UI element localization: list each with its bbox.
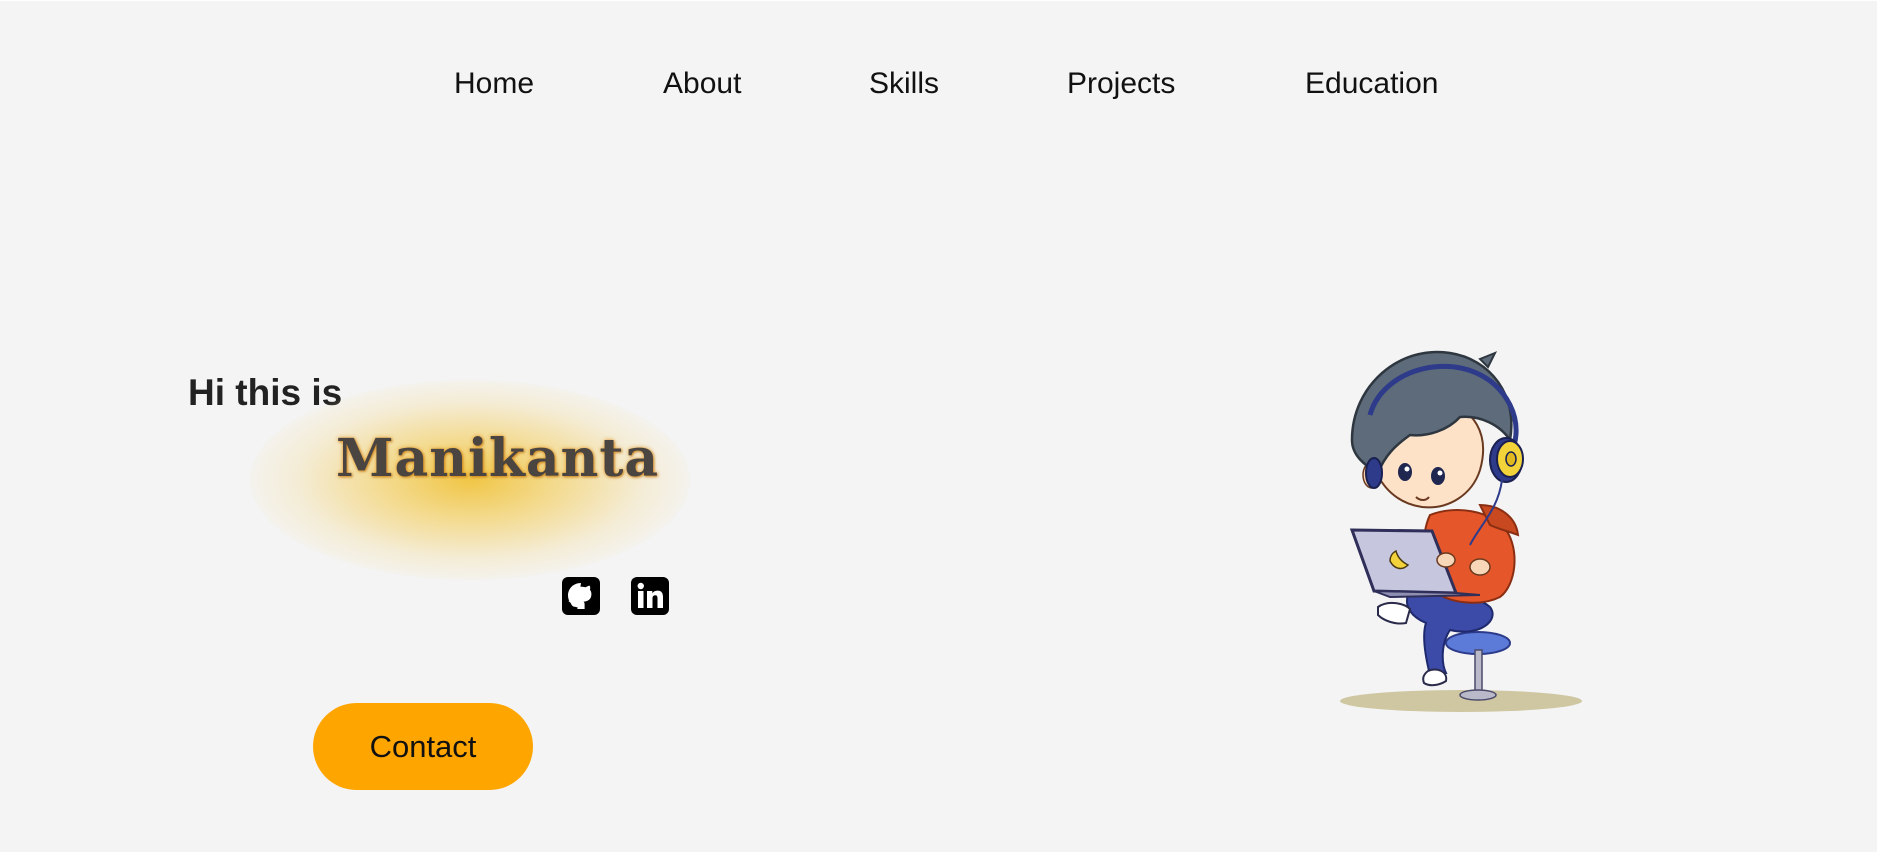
boy-with-laptop-illustration bbox=[1330, 345, 1590, 720]
nav-projects[interactable]: Projects bbox=[1067, 62, 1175, 106]
linkedin-icon[interactable] bbox=[630, 576, 670, 616]
nav-skills[interactable]: Skills bbox=[869, 62, 939, 106]
main-nav: Home About Skills Projects Education bbox=[0, 62, 1877, 106]
github-icon[interactable] bbox=[561, 576, 601, 616]
contact-button[interactable]: Contact bbox=[313, 703, 533, 790]
top-border bbox=[0, 0, 1877, 1]
nav-education[interactable]: Education bbox=[1305, 62, 1438, 106]
nav-about[interactable]: About bbox=[663, 62, 741, 106]
hero-name: Manikanta bbox=[336, 428, 660, 489]
nav-home[interactable]: Home bbox=[454, 62, 534, 106]
